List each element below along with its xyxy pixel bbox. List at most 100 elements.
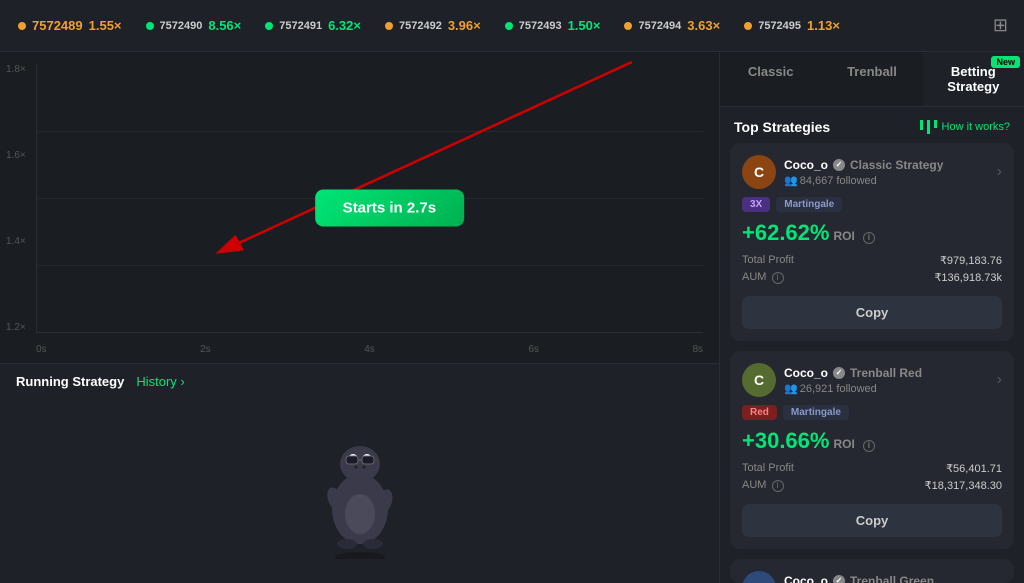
card-name-row-1: Coco_o ✓ Trenball Red bbox=[784, 366, 989, 380]
x-label-2: 4s bbox=[364, 344, 375, 355]
tab-mult-2: 6.32× bbox=[328, 18, 361, 33]
tag-row-1: Red Martingale bbox=[742, 405, 1002, 420]
dino-area bbox=[16, 399, 703, 559]
aum-info-icon-0[interactable]: i bbox=[772, 272, 784, 284]
chart-y-labels: 1.8× 1.6× 1.4× 1.2× bbox=[6, 64, 26, 333]
total-profit-label-1: Total Profit bbox=[742, 462, 794, 475]
bottom-tabs: Running Strategy History bbox=[16, 374, 703, 389]
right-tabs: Classic Trenball Betting Strategy New bbox=[720, 52, 1024, 107]
tab-id-3: 7572492 bbox=[399, 20, 442, 32]
tab-id-1: 7572490 bbox=[160, 20, 203, 32]
roi-value-1: +30.66%ROI i bbox=[742, 428, 1002, 454]
dino-illustration bbox=[310, 419, 410, 559]
how-it-works-link[interactable]: How it works? bbox=[919, 120, 1010, 134]
card-top-0: C Coco_o ✓ Classic Strategy 👥84,667 foll… bbox=[742, 155, 1002, 189]
right-panel: Classic Trenball Betting Strategy New To… bbox=[719, 52, 1024, 583]
game-tab-6[interactable]: 7572495 1.13× bbox=[734, 14, 850, 37]
running-strategy-tab[interactable]: Running Strategy bbox=[16, 374, 124, 389]
chart-area: 1.8× 1.6× 1.4× 1.2× bbox=[0, 52, 719, 363]
tag-row-0: 3X Martingale bbox=[742, 197, 1002, 212]
x-label-1: 2s bbox=[200, 344, 211, 355]
grid-icon[interactable]: ⊞ bbox=[985, 11, 1016, 40]
chevron-right-2[interactable]: › bbox=[997, 579, 1002, 583]
verified-icon-0: ✓ bbox=[833, 159, 845, 171]
card-info-2: Coco_o ✓ Trenball Green 👥16,196 followed bbox=[784, 574, 989, 583]
avatar-1: C bbox=[742, 363, 776, 397]
strategy-name-1: Trenball Red bbox=[850, 366, 922, 380]
game-tab-4[interactable]: 7572493 1.50× bbox=[495, 14, 611, 37]
dot-1 bbox=[146, 22, 154, 30]
tag-martingale-1: Martingale bbox=[783, 405, 849, 420]
tab-id-4: 7572493 bbox=[519, 20, 562, 32]
stat-row-aum-0: AUM i ₹136,918.73k bbox=[742, 271, 1002, 284]
chevron-right-1[interactable]: › bbox=[997, 371, 1002, 389]
strategies-header: Top Strategies How it works? bbox=[720, 107, 1024, 143]
card-name-row-2: Coco_o ✓ Trenball Green bbox=[784, 574, 989, 583]
strategy-name-2: Trenball Green bbox=[850, 574, 934, 583]
tab-id-2: 7572491 bbox=[279, 20, 322, 32]
y-label-3: 1.2× bbox=[6, 322, 26, 333]
tab-mult-5: 3.63× bbox=[687, 18, 720, 33]
tab-classic[interactable]: Classic bbox=[720, 52, 821, 106]
tab-id-5: 7572494 bbox=[638, 20, 681, 32]
y-label-1: 1.6× bbox=[6, 150, 26, 161]
strategy-card-1: C Coco_o ✓ Trenball Red 👥26,921 followed… bbox=[730, 351, 1014, 549]
stat-row-profit-1: Total Profit ₹56,401.71 bbox=[742, 462, 1002, 475]
followers-1: 👥26,921 followed bbox=[784, 382, 989, 395]
dot-6 bbox=[744, 22, 752, 30]
copy-button-0[interactable]: Copy bbox=[742, 296, 1002, 329]
history-tab[interactable]: History bbox=[136, 374, 184, 389]
total-profit-value-0: ₹979,183.76 bbox=[940, 254, 1002, 267]
top-bar: 7572489 1.55× 7572490 8.56× 7572491 6.32… bbox=[0, 0, 1024, 52]
x-label-0: 0s bbox=[36, 344, 47, 355]
tag-martingale-0: Martingale bbox=[776, 197, 842, 212]
aum-label-0: AUM i bbox=[742, 271, 784, 284]
tag-3x: 3X bbox=[742, 197, 770, 212]
strategy-card-0: C Coco_o ✓ Classic Strategy 👥84,667 foll… bbox=[730, 143, 1014, 341]
username-2: Coco_o bbox=[784, 574, 828, 583]
game-tab-0[interactable]: 7572489 1.55× bbox=[8, 14, 132, 37]
chevron-right-0[interactable]: › bbox=[997, 163, 1002, 181]
dot-4 bbox=[505, 22, 513, 30]
tab-mult-1: 8.56× bbox=[208, 18, 241, 33]
username-0: Coco_o bbox=[784, 158, 828, 172]
card-info-0: Coco_o ✓ Classic Strategy 👥84,667 follow… bbox=[784, 158, 989, 187]
grid-line-3 bbox=[37, 265, 703, 266]
card-name-row-0: Coco_o ✓ Classic Strategy bbox=[784, 158, 989, 172]
aum-value-0: ₹136,918.73k bbox=[934, 271, 1002, 284]
grid-line-1 bbox=[37, 131, 703, 132]
how-it-works-label: How it works? bbox=[942, 121, 1010, 133]
aum-label-1: AUM i bbox=[742, 479, 784, 492]
new-badge: New bbox=[991, 56, 1020, 68]
y-label-0: 1.8× bbox=[6, 64, 26, 75]
x-label-4: 8s bbox=[692, 344, 703, 355]
roi-label-1: ROI bbox=[833, 437, 854, 451]
roi-info-icon-0[interactable]: i bbox=[863, 232, 875, 244]
game-tab-1[interactable]: 7572490 8.56× bbox=[136, 14, 252, 37]
tab-mult-6: 1.13× bbox=[807, 18, 840, 33]
stat-row-aum-1: AUM i ₹18,317,348.30 bbox=[742, 479, 1002, 492]
dot-3 bbox=[385, 22, 393, 30]
aum-value-1: ₹18,317,348.30 bbox=[925, 479, 1002, 492]
tag-red: Red bbox=[742, 405, 777, 420]
game-tab-5[interactable]: 7572494 3.63× bbox=[614, 14, 730, 37]
tab-mult-4: 1.50× bbox=[568, 18, 601, 33]
game-tab-3[interactable]: 7572492 3.96× bbox=[375, 14, 491, 37]
left-panel: 1.8× 1.6× 1.4× 1.2× bbox=[0, 52, 719, 583]
bottom-panel: Running Strategy History bbox=[0, 363, 719, 583]
tab-trenball[interactable]: Trenball bbox=[821, 52, 922, 106]
game-tab-2[interactable]: 7572491 6.32× bbox=[255, 14, 371, 37]
total-profit-value-1: ₹56,401.71 bbox=[946, 462, 1002, 475]
tab-mult-0: 1.55× bbox=[89, 18, 122, 33]
copy-button-1[interactable]: Copy bbox=[742, 504, 1002, 537]
roi-info-icon-1[interactable]: i bbox=[863, 440, 875, 452]
main-content: 1.8× 1.6× 1.4× 1.2× bbox=[0, 52, 1024, 583]
starts-badge: Starts in 2.7s bbox=[315, 189, 464, 226]
tab-id-0: 7572489 bbox=[32, 18, 83, 33]
stat-row-profit-0: Total Profit ₹979,183.76 bbox=[742, 254, 1002, 267]
strategy-card-2: C Coco_o ✓ Trenball Green 👥16,196 follow… bbox=[730, 559, 1014, 583]
avatar-0: C bbox=[742, 155, 776, 189]
card-info-1: Coco_o ✓ Trenball Red 👥26,921 followed bbox=[784, 366, 989, 395]
verified-icon-1: ✓ bbox=[833, 367, 845, 379]
aum-info-icon-1[interactable]: i bbox=[772, 480, 784, 492]
